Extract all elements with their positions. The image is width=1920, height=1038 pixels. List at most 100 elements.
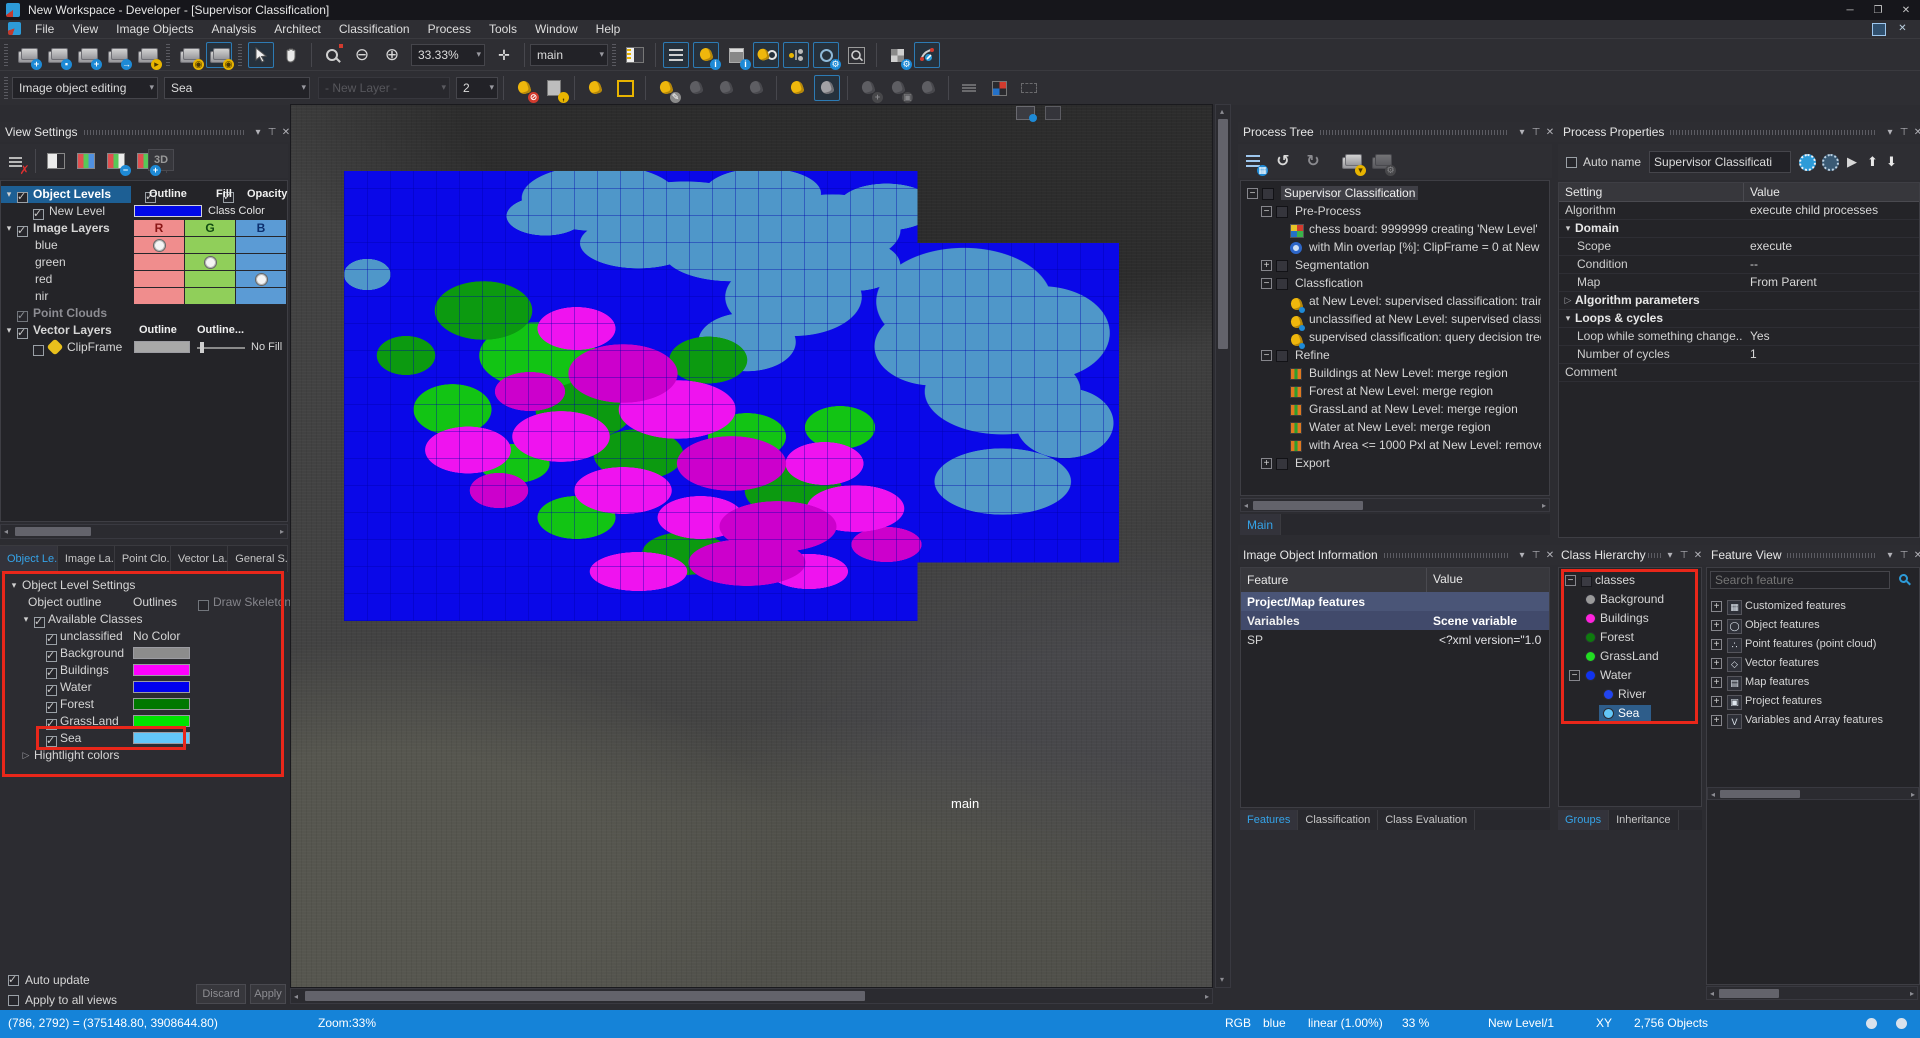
process-tree-toggle-icon[interactable]	[783, 42, 809, 68]
expander-icon[interactable]: ▷	[1562, 295, 1574, 306]
process-tree-item[interactable]: +Segmentation	[1241, 257, 1550, 275]
show-scene-view-icon[interactable]: ◉	[176, 42, 202, 68]
tab-vector-layers[interactable]: Vector La...	[171, 546, 228, 572]
feature-info-toggle-icon[interactable]: i	[723, 42, 749, 68]
pp-row[interactable]: Algorithmexecute child processes	[1559, 201, 1919, 220]
outline-width-slider-thumb[interactable]	[200, 342, 204, 353]
feature-view-item[interactable]: +∴Point features (point cloud)	[1707, 636, 1919, 653]
tree-expander-icon[interactable]: +	[1711, 677, 1722, 688]
ols-class-row[interactable]: Sea	[0, 730, 288, 747]
open-project-icon[interactable]: ▸	[134, 42, 160, 68]
expander-icon[interactable]: ▷	[20, 750, 32, 761]
panel-close-icon[interactable]: ✕	[1911, 550, 1920, 561]
expander-icon[interactable]: ▾	[3, 325, 15, 336]
map-combo[interactable]: main▾	[530, 44, 608, 66]
redo-icon[interactable]: ↻	[1300, 148, 1326, 174]
class-hierarchy-item[interactable]: Forest	[1559, 629, 1702, 646]
status-axis[interactable]: XY	[1596, 1016, 1612, 1030]
ols-available-classes-row[interactable]: ▾Available Classes	[0, 611, 288, 628]
panel-menu-icon[interactable]: ▾	[1663, 550, 1677, 561]
pp-col-setting[interactable]: Setting	[1559, 185, 1602, 199]
single-layer-view-icon[interactable]	[43, 148, 69, 174]
classification-overlay[interactable]	[344, 171, 1119, 621]
apply-button[interactable]: Apply	[250, 984, 286, 1004]
channel-cell[interactable]	[134, 288, 185, 305]
update-process-icon[interactable]	[1822, 154, 1839, 171]
apply-all-views-row[interactable]: Apply to all views	[8, 992, 117, 1008]
tab-class-evaluation[interactable]: Class Evaluation	[1378, 810, 1475, 830]
expander-icon[interactable]: ▾	[1562, 223, 1574, 234]
ioi-row-sp[interactable]: SP <?xml version="1.0	[1241, 630, 1549, 649]
view-settings-toggle-icon[interactable]	[663, 42, 689, 68]
status-level[interactable]: New Level/1	[1488, 1016, 1554, 1030]
new-level-checkbox[interactable]	[33, 209, 44, 220]
class-checkbox[interactable]	[46, 702, 57, 713]
ols-class-row[interactable]: Buildings	[0, 662, 288, 679]
panel-menu-icon[interactable]: ▾	[1883, 550, 1897, 561]
channel-cell[interactable]	[236, 271, 287, 288]
process-tree-item[interactable]: Water at New Level: merge region	[1241, 419, 1550, 437]
move-down-icon[interactable]: ⬇	[1886, 154, 1897, 170]
load-ruleset-icon[interactable]: ⚙	[1368, 148, 1394, 174]
available-classes-checkbox[interactable]	[34, 617, 45, 628]
tree-row-point-clouds[interactable]: Point Clouds	[1, 305, 12, 322]
grow-region-icon[interactable]: +	[855, 75, 881, 101]
class-checkbox[interactable]	[46, 719, 57, 730]
class-color-swatch[interactable]	[133, 698, 190, 710]
tab-main[interactable]: Main	[1240, 514, 1281, 535]
erase-samples-icon[interactable]	[713, 75, 739, 101]
tree-expander-icon[interactable]: −	[1247, 188, 1258, 199]
image-layers-checkbox[interactable]	[17, 226, 28, 237]
clipframe-outline-swatch[interactable]	[134, 341, 190, 353]
class-hierarchy-item[interactable]: GrassLand	[1559, 648, 1702, 665]
menu-analysis[interactable]: Analysis	[203, 20, 266, 38]
class-color-swatch[interactable]	[133, 715, 190, 727]
delete-samples-icon[interactable]: ⊘	[511, 75, 537, 101]
class-legend-toggle-icon[interactable]	[753, 42, 779, 68]
clipframe-checkbox[interactable]	[33, 345, 44, 356]
map-viewer[interactable]: main	[290, 104, 1213, 988]
toolbar-grip[interactable]	[612, 44, 616, 66]
feature-view-item[interactable]: +▤Map features	[1707, 674, 1919, 691]
apply-all-views-checkbox[interactable]	[8, 995, 19, 1006]
process-tree-hscrollbar[interactable]: ◂▸	[1240, 498, 1550, 512]
add-project-icon[interactable]: +	[74, 42, 100, 68]
class-color-swatch[interactable]	[134, 205, 202, 217]
pp-row[interactable]: MapFrom Parent	[1559, 273, 1919, 292]
menu-file[interactable]: File	[26, 20, 63, 38]
tree-expander-icon[interactable]: +	[1711, 696, 1722, 707]
process-tree-item[interactable]: with Min overlap [%]: ClipFrame = 0 at N…	[1241, 239, 1550, 257]
tab-groups[interactable]: Groups	[1558, 810, 1609, 830]
class-hierarchy-item[interactable]: Background	[1559, 591, 1702, 608]
area-zoom-icon[interactable]	[319, 42, 345, 68]
pp-row[interactable]: ▷Algorithm parameters	[1559, 291, 1919, 310]
channel-cell[interactable]	[185, 237, 236, 254]
discard-button[interactable]: Discard	[196, 984, 246, 1004]
channel-cell[interactable]	[134, 237, 185, 254]
process-tree-item[interactable]: unclassified at New Level: supervised cl…	[1241, 311, 1550, 329]
layer-combo[interactable]: - New Layer -▾	[318, 77, 450, 99]
feature-view-item[interactable]: +VVariables and Array features	[1707, 712, 1919, 729]
menu-architect[interactable]: Architect	[265, 20, 330, 38]
channel-cell[interactable]	[185, 254, 236, 271]
pp-row[interactable]: Loop while something change...Yes	[1559, 327, 1919, 346]
ols-class-row[interactable]: Background	[0, 645, 288, 662]
panel-close-icon[interactable]: ✕	[1543, 127, 1557, 138]
outline-width-slider-track[interactable]	[197, 347, 245, 349]
class-color-swatch[interactable]	[133, 732, 190, 744]
class-checkbox[interactable]	[46, 668, 57, 679]
move-up-icon[interactable]: ⬆	[1867, 154, 1878, 170]
expander-icon[interactable]: ▾	[3, 223, 15, 234]
ioi-group-row[interactable]: Project/Map features	[1241, 592, 1549, 611]
tree-expander-icon[interactable]: +	[1261, 458, 1272, 469]
pp-row[interactable]: ▾Domain	[1559, 219, 1919, 238]
feature-view-item[interactable]: +▦Customized features	[1707, 598, 1919, 615]
feature-view-item[interactable]: +◇Vector features	[1707, 655, 1919, 672]
expander-icon[interactable]: ▾	[20, 614, 32, 625]
workspace-grid-icon[interactable]: ⚙	[884, 42, 910, 68]
pp-row[interactable]: Comment	[1559, 363, 1919, 382]
channel-cell[interactable]	[134, 254, 185, 271]
sample-navigation-icon[interactable]	[743, 75, 769, 101]
edit-algorithm-icon[interactable]	[1799, 154, 1816, 171]
process-tree-item[interactable]: +Export	[1241, 455, 1550, 473]
